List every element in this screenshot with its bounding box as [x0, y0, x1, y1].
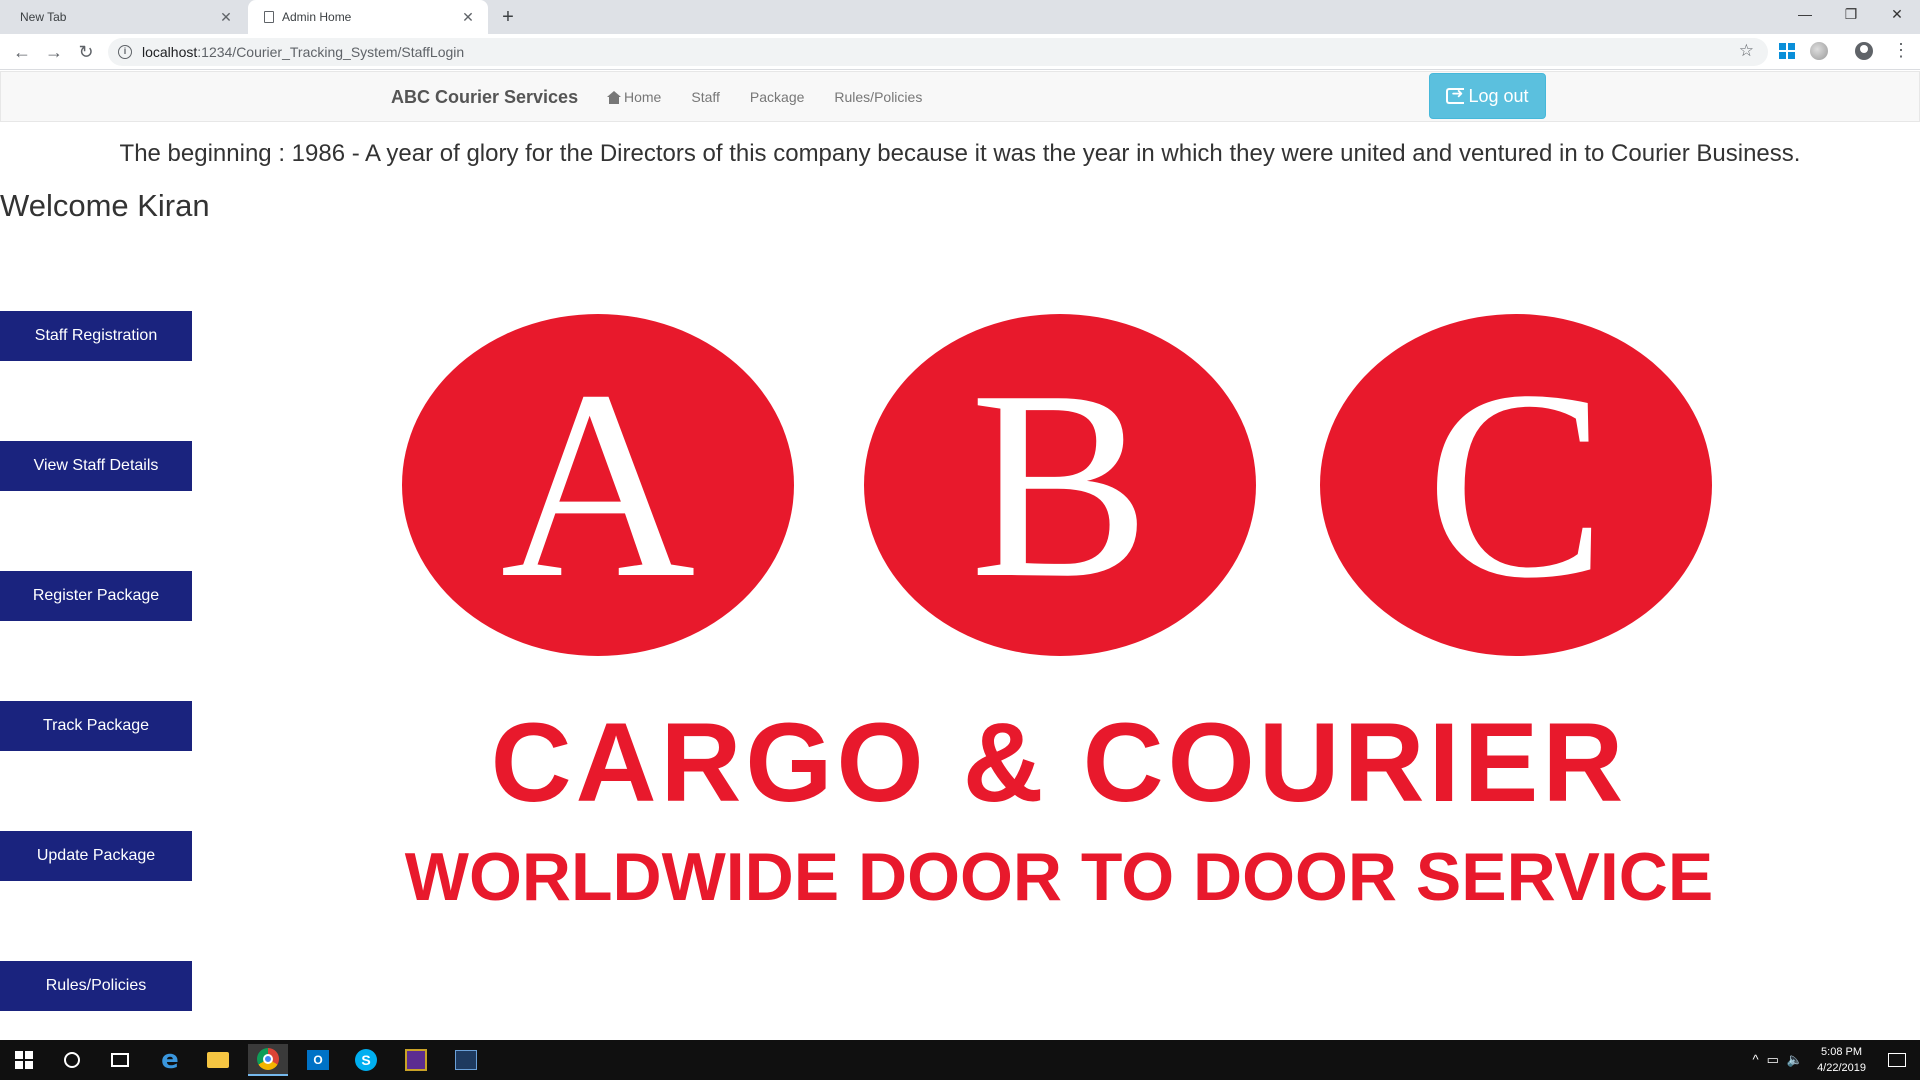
browser-tab-admin-home[interactable]: Admin Home ✕: [248, 0, 488, 34]
forward-arrow-icon[interactable]: →: [42, 40, 66, 64]
staff-registration-button[interactable]: Staff Registration: [0, 311, 192, 361]
logo-cargo-courier-text: CARGO & COURIER: [490, 700, 1628, 825]
visual-studio-icon: [455, 1050, 477, 1070]
close-icon[interactable]: ✕: [460, 9, 476, 26]
url-text: localhost:1234/Courier_Tracking_System/S…: [142, 44, 464, 60]
browser-tab-new-tab[interactable]: New Tab ✕: [0, 0, 246, 34]
track-package-button[interactable]: Track Package: [0, 701, 192, 751]
taskbar-visual-studio[interactable]: [446, 1044, 486, 1076]
new-tab-button[interactable]: +: [496, 6, 520, 30]
view-staff-details-button[interactable]: View Staff Details: [0, 441, 192, 491]
rules-policies-button[interactable]: Rules/Policies: [0, 961, 192, 1011]
page-icon: [264, 11, 274, 23]
info-icon[interactable]: i: [118, 45, 132, 59]
logout-button[interactable]: Log out: [1429, 73, 1546, 119]
restore-icon[interactable]: ❐: [1828, 0, 1874, 30]
task-view-button[interactable]: [100, 1044, 140, 1076]
site-brand[interactable]: ABC Courier Services: [391, 87, 578, 108]
chrome-icon: [257, 1048, 279, 1070]
close-icon[interactable]: ✕: [218, 9, 234, 26]
logo-worldwide-text: WORLDWIDE DOOR TO DOOR SERVICE: [404, 839, 1714, 915]
taskbar-skype[interactable]: S: [346, 1044, 386, 1076]
taskbar-edge[interactable]: e: [150, 1044, 190, 1076]
search-icon: [64, 1052, 80, 1068]
reload-icon[interactable]: ↻: [74, 40, 98, 64]
logout-icon: [1446, 85, 1465, 104]
start-button[interactable]: [4, 1044, 44, 1076]
browser-toolbar: ← → ↻ i localhost:1234/Courier_Tracking_…: [0, 34, 1920, 70]
address-bar[interactable]: i localhost:1234/Courier_Tracking_System…: [108, 38, 1768, 66]
windows-extension-icon[interactable]: [1778, 42, 1796, 60]
taskbar-file-explorer[interactable]: [198, 1044, 238, 1076]
nav-link-package[interactable]: Package: [750, 89, 804, 105]
window-controls: — ❐ ✕: [1782, 0, 1920, 30]
nav-link-staff[interactable]: Staff: [691, 89, 720, 105]
taskbar-chrome[interactable]: [248, 1044, 288, 1076]
skype-icon: S: [355, 1049, 377, 1071]
browser-tabstrip: New Tab ✕ Admin Home ✕ + — ❐ ✕: [0, 0, 1920, 34]
system-tray: ^ ▭ 🔈 5:08 PM 4/22/2019: [1752, 1040, 1920, 1080]
volume-icon[interactable]: 🔈: [1787, 1052, 1803, 1068]
app-icon: [405, 1049, 427, 1071]
nav-link-label: Home: [624, 89, 662, 105]
nav-links: Home Staff Package Rules/Policies: [607, 89, 952, 105]
register-package-button[interactable]: Register Package: [0, 571, 192, 621]
clock-date: 4/22/2019: [1817, 1062, 1866, 1074]
logout-label: Log out: [1468, 85, 1529, 106]
abc-cargo-courier-logo: A B C CARGO & COURIER WORLDWIDE DOOR TO …: [402, 314, 1716, 986]
edge-icon: e: [161, 1045, 179, 1075]
taskbar-outlook[interactable]: O: [298, 1044, 338, 1076]
welcome-heading: Welcome Kiran: [0, 188, 210, 223]
web-page: ABC Courier Services Home Staff Package …: [0, 71, 1920, 1039]
close-window-icon[interactable]: ✕: [1874, 0, 1920, 30]
extension-icon[interactable]: [1810, 42, 1828, 60]
clock-time: 5:08 PM: [1821, 1046, 1863, 1058]
minimize-icon[interactable]: —: [1782, 0, 1828, 30]
tray-icons: ^ ▭ 🔈: [1752, 1052, 1803, 1068]
clock[interactable]: 5:08 PM 4/22/2019: [1817, 1044, 1866, 1076]
logo-letter-c: C: [1320, 314, 1712, 656]
chevron-up-icon[interactable]: ^: [1752, 1052, 1758, 1068]
browser-menu-icon[interactable]: ⋮: [1892, 40, 1910, 61]
windows-taskbar: e O S ^ ▭ 🔈 5:08 PM 4/22/2019: [0, 1040, 1920, 1080]
logo-letter-b: B: [864, 314, 1256, 656]
network-icon[interactable]: ▭: [1767, 1052, 1779, 1068]
tab-title: New Tab: [20, 10, 67, 24]
nav-link-home[interactable]: Home: [607, 89, 661, 105]
profile-avatar-icon[interactable]: [1855, 42, 1873, 60]
tab-title: Admin Home: [282, 10, 352, 24]
task-view-icon: [111, 1053, 129, 1067]
url-path: :1234/Courier_Tracking_System/StaffLogin: [197, 44, 465, 60]
notification-icon[interactable]: [1888, 1053, 1906, 1067]
logo-letter-a: A: [402, 314, 794, 656]
outlook-icon: O: [307, 1050, 329, 1070]
company-tagline: The beginning : 1986 - A year of glory f…: [119, 140, 1801, 167]
search-button[interactable]: [52, 1044, 92, 1076]
bookmark-star-icon[interactable]: ☆: [1739, 41, 1754, 61]
taskbar-app[interactable]: [396, 1044, 436, 1076]
update-package-button[interactable]: Update Package: [0, 831, 192, 881]
site-navbar: ABC Courier Services Home Staff Package …: [0, 71, 1920, 122]
nav-link-rules-policies[interactable]: Rules/Policies: [834, 89, 922, 105]
home-icon: [607, 90, 621, 104]
folder-icon: [207, 1052, 229, 1068]
back-arrow-icon[interactable]: ←: [10, 40, 34, 64]
url-host: localhost: [142, 44, 198, 60]
windows-logo-icon: [15, 1051, 33, 1069]
